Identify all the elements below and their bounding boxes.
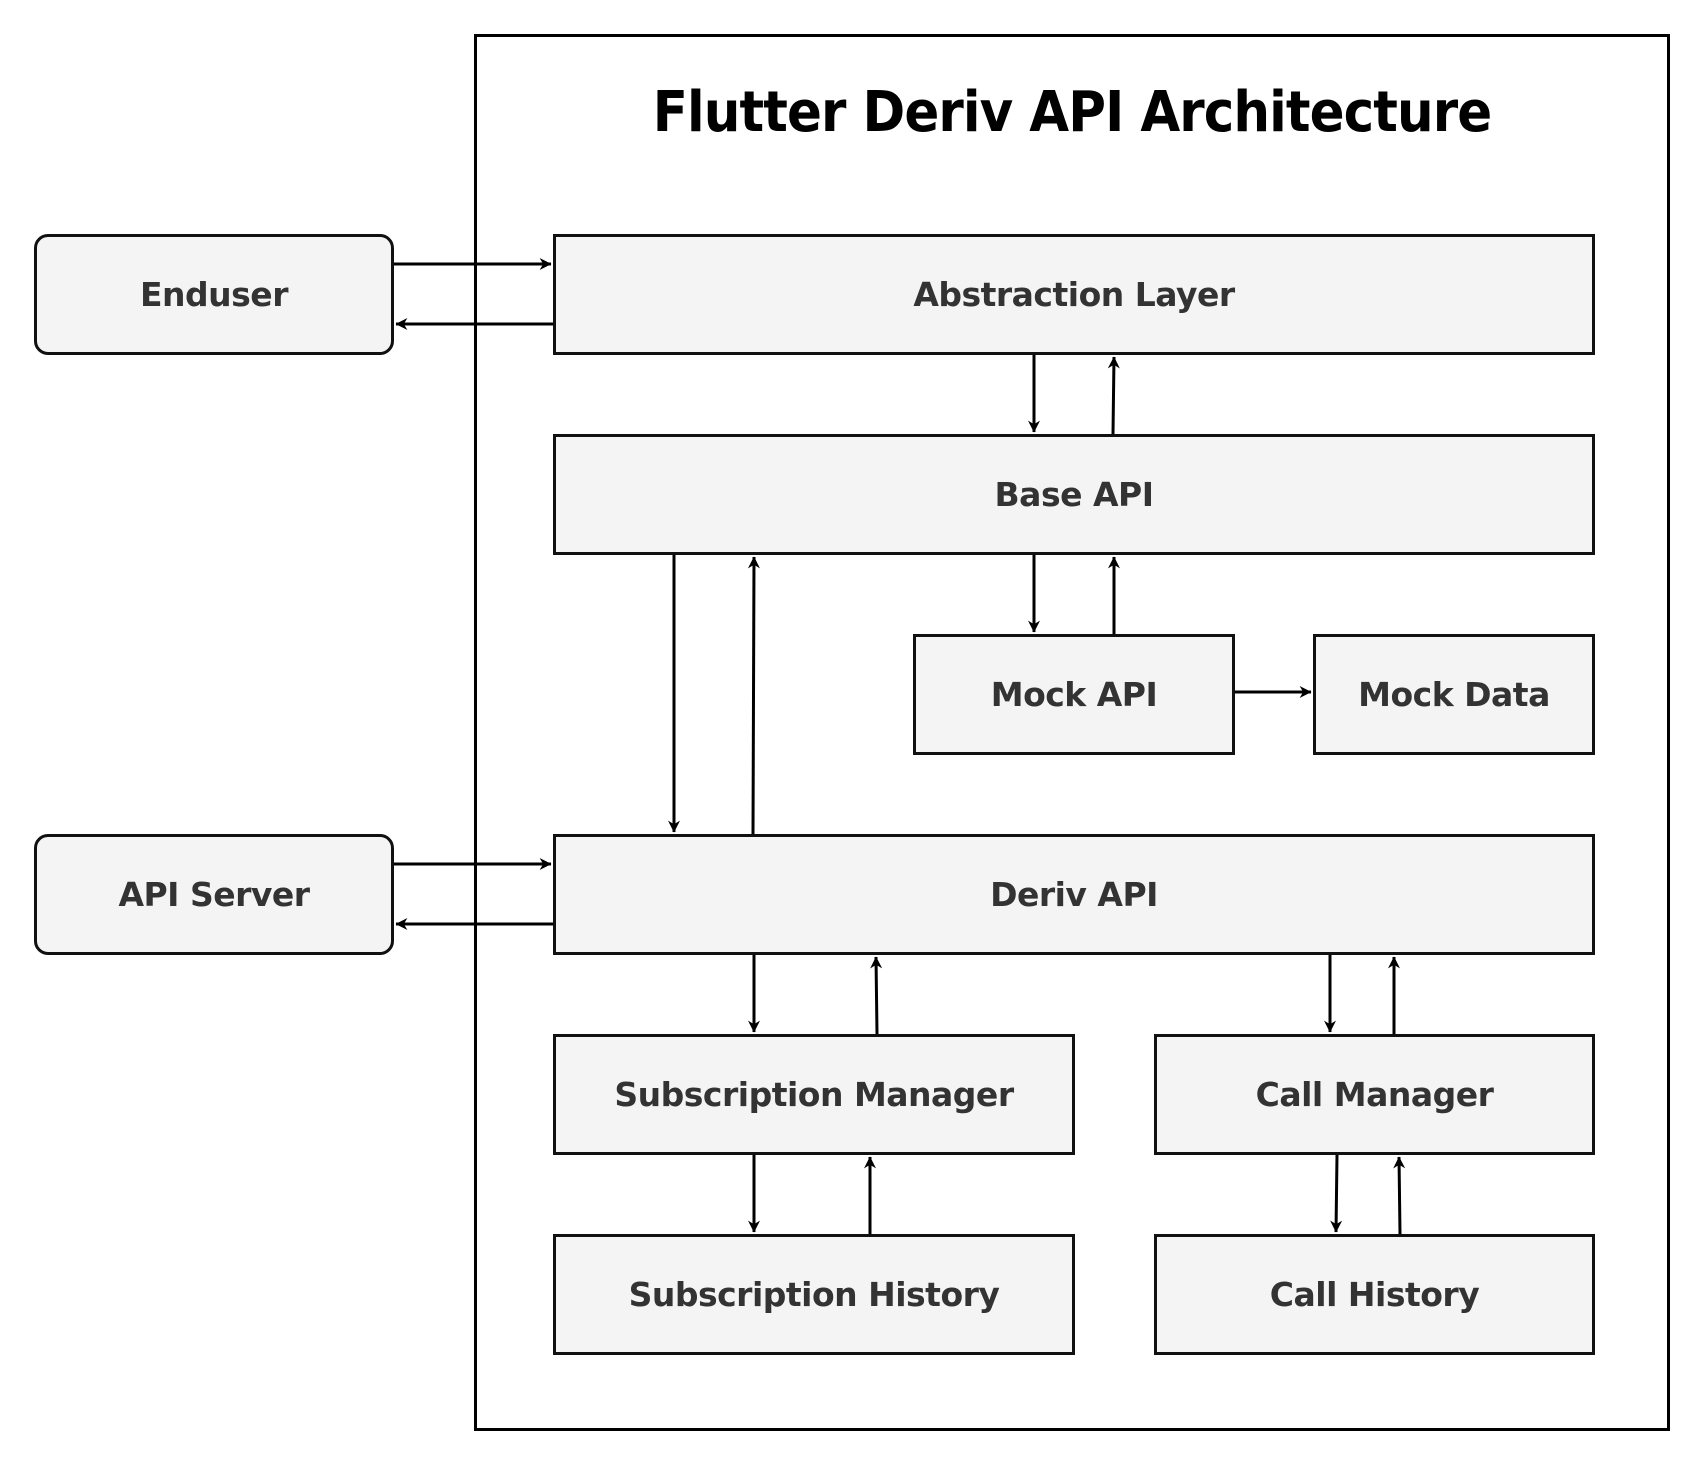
node-enduser[interactable]: Enduser: [34, 234, 394, 355]
node-call-manager[interactable]: Call Manager: [1154, 1034, 1595, 1155]
node-api-server[interactable]: API Server: [34, 834, 394, 955]
node-call-history[interactable]: Call History: [1154, 1234, 1595, 1355]
node-subscription-history[interactable]: Subscription History: [553, 1234, 1075, 1355]
node-subscription-manager[interactable]: Subscription Manager: [553, 1034, 1075, 1155]
node-deriv-api[interactable]: Deriv API: [553, 834, 1595, 955]
node-mock-api[interactable]: Mock API: [913, 634, 1235, 755]
diagram-title: Flutter Deriv API Architecture: [652, 80, 1492, 145]
node-abstraction-layer[interactable]: Abstraction Layer: [553, 234, 1595, 355]
node-mock-data[interactable]: Mock Data: [1313, 634, 1595, 755]
node-base-api[interactable]: Base API: [553, 434, 1595, 555]
